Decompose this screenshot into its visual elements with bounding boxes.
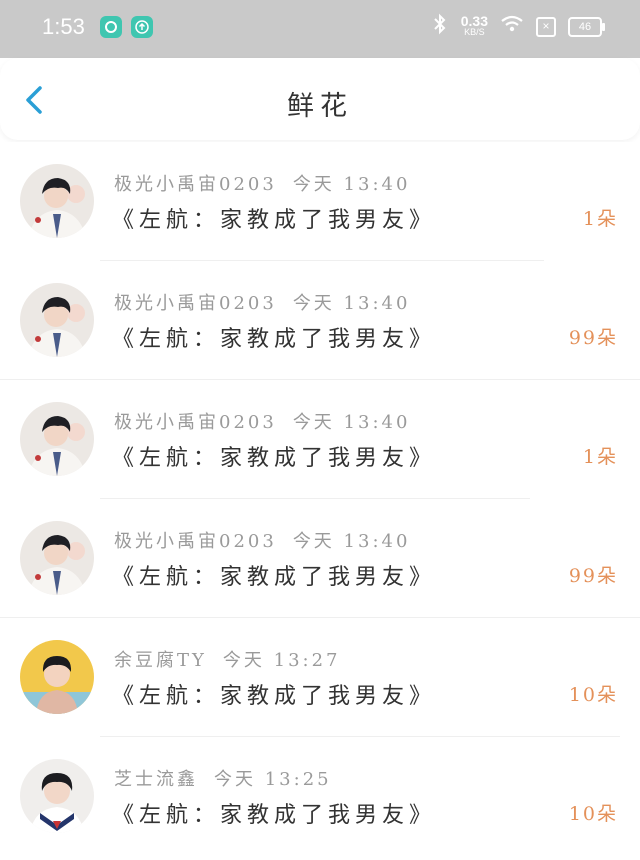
item-time: 今天 13:40 <box>292 531 411 552</box>
item-meta: 芝士流鑫 今天 13:25 <box>114 765 332 791</box>
user-name[interactable]: 极光小禹宙0203 <box>114 531 277 552</box>
book-title[interactable]: 《左航：家教成了我男友》 <box>112 440 436 472</box>
item-time: 今天 13:40 <box>292 174 411 195</box>
book-title[interactable]: 《左航：家教成了我男友》 <box>112 797 436 829</box>
item-meta: 极光小禹宙0203 今天 13:40 <box>114 170 410 196</box>
status-bar: 1:53 0.33 KB/S × 46 <box>0 0 640 58</box>
network-speed-unit: KB/S <box>464 26 485 37</box>
item-meta: 余豆腐TY 今天 13:27 <box>114 646 341 672</box>
item-meta: 极光小禹宙0203 今天 13:40 <box>114 408 410 434</box>
book-title[interactable]: 《左航：家教成了我男友》 <box>112 559 436 591</box>
item-time: 今天 13:40 <box>292 293 411 314</box>
flower-count: 99朵 <box>568 327 618 349</box>
avatar[interactable] <box>20 164 94 238</box>
avatar[interactable] <box>20 283 94 357</box>
list-item[interactable]: 芝士流鑫 今天 13:25 《左航：家教成了我男友》 10朵 <box>0 737 640 856</box>
user-name[interactable]: 极光小禹宙0203 <box>114 293 277 314</box>
network-speed-value: 0.33 <box>460 12 488 29</box>
battery-indicator: 46 <box>568 16 605 37</box>
upload-app-icon <box>131 16 153 38</box>
list-item[interactable]: 极光小禹宙0203 今天 13:40 《左航：家教成了我男友》 1朵 <box>0 142 640 261</box>
avatar[interactable] <box>20 402 94 476</box>
no-sim-icon: × <box>536 16 556 37</box>
flower-record-list: 极光小禹宙0203 今天 13:40 《左航：家教成了我男友》 1朵 极光小禹宙0… <box>0 142 640 856</box>
item-time: 今天 13:27 <box>222 650 341 671</box>
book-title[interactable]: 《左航：家教成了我男友》 <box>112 202 436 234</box>
user-name[interactable]: 极光小禹宙0203 <box>114 412 277 433</box>
list-item[interactable]: 极光小禹宙0203 今天 13:40 《左航：家教成了我男友》 99朵 <box>0 261 640 380</box>
flower-count: 1朵 <box>582 446 618 468</box>
avatar[interactable] <box>20 759 94 833</box>
flower-count: 1朵 <box>582 208 618 230</box>
network-speed: 0.33 KB/S <box>460 12 488 38</box>
item-meta: 极光小禹宙0203 今天 13:40 <box>114 289 410 315</box>
status-time: 1:53 <box>42 14 85 39</box>
item-time: 今天 13:25 <box>214 769 332 790</box>
wifi-icon <box>500 15 524 38</box>
avatar[interactable] <box>20 521 94 595</box>
list-item[interactable]: 余豆腐TY 今天 13:27 《左航：家教成了我男友》 10朵 <box>0 618 640 737</box>
user-name[interactable]: 极光小禹宙0203 <box>114 174 277 195</box>
book-title[interactable]: 《左航：家教成了我男友》 <box>112 678 436 710</box>
user-name[interactable]: 余豆腐TY <box>114 650 207 671</box>
chat-app-icon <box>100 16 122 38</box>
item-meta: 极光小禹宙0203 今天 13:40 <box>114 527 410 553</box>
flower-count: 10朵 <box>568 803 618 825</box>
flower-count: 10朵 <box>568 684 618 706</box>
bluetooth-icon <box>431 13 449 40</box>
user-name[interactable]: 芝士流鑫 <box>114 769 198 790</box>
page-title: 鲜花 <box>287 91 353 122</box>
flower-count: 99朵 <box>568 565 618 587</box>
book-title[interactable]: 《左航：家教成了我男友》 <box>112 321 436 353</box>
list-item[interactable]: 极光小禹宙0203 今天 13:40 《左航：家教成了我男友》 99朵 <box>0 499 640 618</box>
item-time: 今天 13:40 <box>292 412 411 433</box>
list-item[interactable]: 极光小禹宙0203 今天 13:40 《左航：家教成了我男友》 1朵 <box>0 380 640 499</box>
avatar[interactable] <box>20 640 94 714</box>
page-header: 鲜花 <box>0 58 640 140</box>
